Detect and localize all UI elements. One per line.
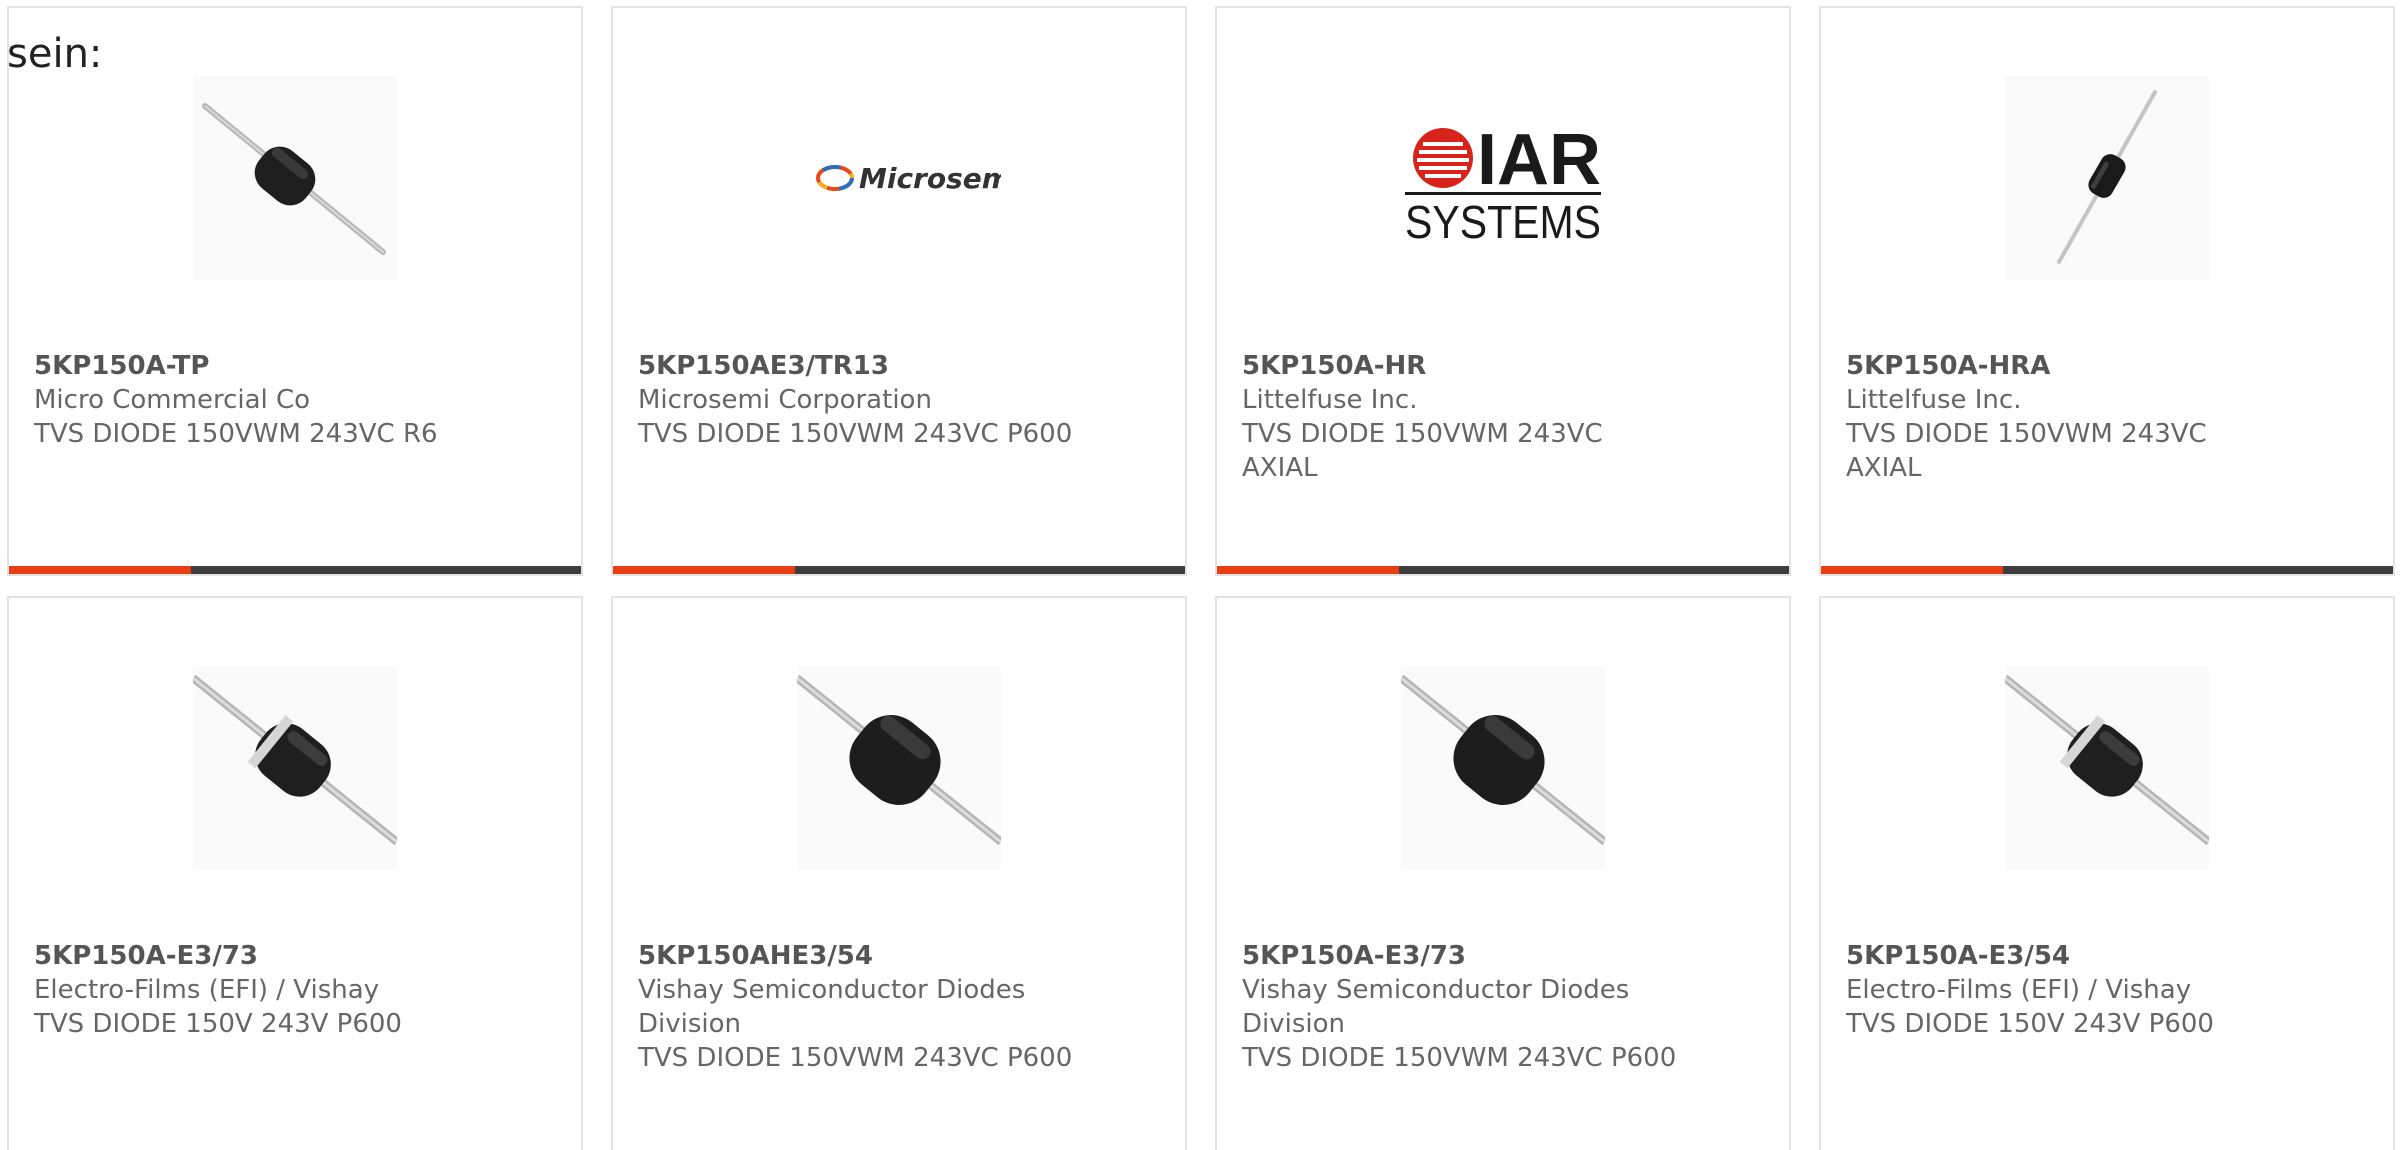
manufacturer: Electro-Films (EFI) / Vishay (34, 975, 380, 1005)
description: TVS DIODE 150VWM 243VC P600 (1242, 1043, 1677, 1073)
microsemi-logo-text: Microsemi (859, 162, 1001, 195)
product-card[interactable]: 5KP150AHE3/54 Vishay Semiconductor Diode… (611, 596, 1187, 1150)
iar-systems-logo[interactable]: IAR SYSTEMS (1401, 76, 1605, 280)
manufacturer: Microsemi Corporation (638, 385, 932, 415)
part-number[interactable]: 5KP150A-E3/54 (1846, 939, 2377, 973)
axial-diode-large-image[interactable] (1401, 666, 1605, 870)
part-number[interactable]: 5KP150A-HR (1242, 349, 1773, 383)
part-number[interactable]: 5KP150AE3/TR13 (638, 349, 1169, 383)
manufacturer: Electro-Films (EFI) / Vishay (1846, 975, 2192, 1005)
axial-diode-banded-image[interactable] (193, 666, 397, 870)
part-number[interactable]: 5KP150A-E3/73 (1242, 939, 1773, 973)
description: TVS DIODE 150VWM 243VC AXIAL (1846, 419, 2207, 483)
product-card[interactable]: IAR SYSTEMS 5KP150A-HR Littelfuse Inc. T… (1215, 6, 1791, 576)
part-number[interactable]: 5KP150A-TP (34, 349, 565, 383)
card-footer-accent (1217, 566, 1399, 574)
description: TVS DIODE 150V 243V P600 (1846, 1009, 2214, 1039)
product-card[interactable]: 5KP150A-E3/73 Vishay Semiconductor Diode… (1215, 596, 1791, 1150)
axial-diode-small-image[interactable] (193, 76, 397, 280)
description: TVS DIODE 150VWM 243VC R6 (34, 419, 438, 449)
microsemi-logo[interactable]: Microsemi (797, 76, 1001, 280)
part-number[interactable]: 5KP150A-E3/73 (34, 939, 565, 973)
systems-logo-text: SYSTEMS (1405, 196, 1601, 248)
product-grid-page: sein: 5KP150A-TP Micro Commercial Co TVS… (0, 0, 2400, 1150)
description: TVS DIODE 150VWM 243VC P600 (638, 1043, 1073, 1073)
iar-logo-text: IAR (1477, 120, 1601, 200)
description: TVS DIODE 150V 243V P600 (34, 1009, 402, 1039)
intro-text: sein: (7, 31, 103, 77)
manufacturer: Vishay Semiconductor Diodes Division (638, 975, 1026, 1039)
card-footer-bar (1821, 566, 2393, 574)
manufacturer: Littelfuse Inc. (1242, 385, 1418, 415)
card-footer-accent (9, 566, 191, 574)
product-card[interactable]: 5KP150A-E3/54 Electro-Films (EFI) / Vish… (1819, 596, 2395, 1150)
product-card[interactable]: 5KP150A-HRA Littelfuse Inc. TVS DIODE 15… (1819, 6, 2395, 576)
part-number[interactable]: 5KP150AHE3/54 (638, 939, 1169, 973)
manufacturer: Vishay Semiconductor Diodes Division (1242, 975, 1630, 1039)
product-card[interactable]: Microsemi 5KP150AE3/TR13 Microsemi Corpo… (611, 6, 1187, 576)
axial-diode-banded-image[interactable] (2005, 666, 2209, 870)
axial-diode-large-image[interactable] (797, 666, 1001, 870)
manufacturer: Micro Commercial Co (34, 385, 311, 415)
card-footer-bar (9, 566, 581, 574)
description: TVS DIODE 150VWM 243VC P600 (638, 419, 1073, 449)
product-card[interactable]: 5KP150A-TP Micro Commercial Co TVS DIODE… (7, 6, 583, 576)
description: TVS DIODE 150VWM 243VC AXIAL (1242, 419, 1603, 483)
card-footer-bar (1217, 566, 1789, 574)
product-card[interactable]: 5KP150A-E3/73 Electro-Films (EFI) / Vish… (7, 596, 583, 1150)
card-footer-accent (1821, 566, 2003, 574)
part-number[interactable]: 5KP150A-HRA (1846, 349, 2377, 383)
card-footer-accent (613, 566, 795, 574)
manufacturer: Littelfuse Inc. (1846, 385, 2022, 415)
axial-diode-thin-image[interactable] (2005, 76, 2209, 280)
card-footer-bar (613, 566, 1185, 574)
